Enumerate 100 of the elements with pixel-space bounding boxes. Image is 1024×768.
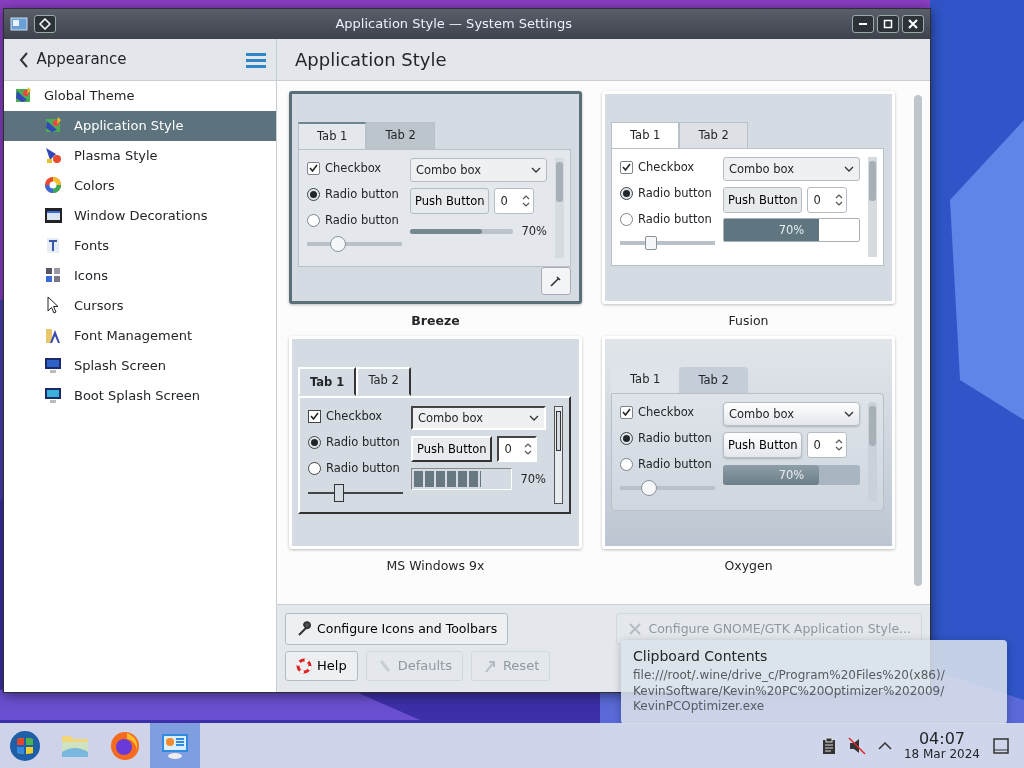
- wrench-icon: [296, 621, 312, 637]
- color-wheel-icon: [44, 176, 64, 196]
- radio-button[interactable]: Radio button: [620, 428, 715, 449]
- checkbox[interactable]: Checkbox: [620, 157, 715, 178]
- tab[interactable]: Tab 2: [679, 367, 748, 394]
- spin-arrows-icon: [524, 442, 533, 457]
- radio-button[interactable]: Radio button: [620, 183, 715, 204]
- push-button[interactable]: Push Button: [410, 188, 490, 215]
- tab[interactable]: Tab 1: [611, 122, 680, 149]
- page-title: Application Style: [277, 39, 930, 81]
- window-title: Application Style — System Settings: [334, 15, 574, 34]
- scrollbar[interactable]: [914, 95, 922, 586]
- sidebar-item[interactable]: Cursors: [4, 291, 276, 321]
- action-button[interactable]: Configure Icons and Toolbars: [285, 613, 509, 645]
- tab[interactable]: Tab 2: [679, 122, 748, 149]
- help-button[interactable]: Help: [285, 651, 358, 681]
- caret-icon: [844, 166, 854, 173]
- sidebar-item[interactable]: Fonts: [4, 231, 276, 261]
- slider-handle[interactable]: [645, 236, 658, 251]
- start-icon: [9, 729, 41, 762]
- check-icon: [310, 412, 319, 421]
- radio-button[interactable]: Radio button: [308, 432, 403, 453]
- push-button[interactable]: Push Button: [723, 187, 803, 214]
- checkbox[interactable]: Checkbox: [308, 406, 403, 427]
- style-preview[interactable]: Tab 1 Tab 2 Checkbox Radio button Radio button Combo box Push Button 0 70%: [602, 336, 895, 549]
- sidebar-item[interactable]: Splash Screen: [4, 351, 276, 381]
- close-button[interactable]: [902, 15, 924, 33]
- spin-box[interactable]: 0: [494, 188, 535, 215]
- tab[interactable]: Tab 2: [366, 122, 435, 150]
- app-icon: [10, 16, 28, 32]
- notification-title: Clipboard Contents: [633, 647, 769, 666]
- style-name: Fusion: [728, 312, 769, 330]
- spin-box[interactable]: 0: [497, 436, 538, 463]
- style-preview[interactable]: Tab 1 Tab 2 Checkbox Radio button Radio button Combo box Push Button 0 70%: [602, 91, 895, 304]
- slider-handle[interactable]: [330, 236, 347, 253]
- sidebar-item[interactable]: Colors: [4, 171, 276, 201]
- caret-icon: [531, 167, 541, 174]
- spin-box[interactable]: 0: [807, 432, 848, 459]
- browser-icon: [109, 729, 141, 762]
- style-preview[interactable]: Tab 1 Tab 2 Checkbox Radio button Radio button Combo box Push Button 0 70%: [289, 336, 582, 549]
- clock[interactable]: 04:07 18 Mar 2024: [903, 730, 980, 761]
- maximize-icon: [881, 18, 894, 30]
- checkbox[interactable]: Checkbox: [620, 402, 715, 423]
- checkbox[interactable]: Checkbox: [307, 158, 402, 179]
- radio-button[interactable]: Radio button: [620, 454, 715, 475]
- combo-box[interactable]: Combo box: [411, 406, 546, 431]
- sidebar-item[interactable]: Window Decorations: [4, 201, 276, 231]
- spin-arrows-icon: [522, 194, 531, 209]
- back-button[interactable]: Appearance: [18, 48, 127, 71]
- progress-label: 70%: [777, 221, 806, 239]
- combo-box[interactable]: Combo box: [410, 158, 547, 183]
- menu-icon[interactable]: [246, 51, 266, 68]
- sidebar-item[interactable]: Global Theme: [4, 81, 276, 111]
- combo-box[interactable]: Combo box: [723, 402, 860, 427]
- configure-button[interactable]: [541, 267, 571, 295]
- style-preview[interactable]: Tab 1 Tab 2 Checkbox Radio button Radio button Combo box Push Button 0 70%: [289, 91, 582, 304]
- taskbar-app[interactable]: [150, 723, 200, 768]
- radio-button[interactable]: Radio button: [307, 210, 402, 231]
- check-icon: [622, 408, 631, 417]
- sidebar-item[interactable]: Application Style: [4, 111, 276, 141]
- sidebar-item[interactable]: Icons: [4, 261, 276, 291]
- clipboard-icon[interactable]: [821, 736, 836, 755]
- slider-handle[interactable]: [640, 480, 657, 497]
- tab[interactable]: Tab 2: [356, 367, 411, 397]
- show-desktop-icon[interactable]: [992, 736, 1010, 755]
- expand-icon[interactable]: [877, 740, 892, 751]
- style-name: MS Windows 9x: [386, 557, 485, 575]
- tab[interactable]: Tab 1: [298, 367, 357, 397]
- minimize-icon: [858, 23, 867, 25]
- progress-label: 70%: [520, 470, 546, 488]
- push-button[interactable]: Push Button: [723, 432, 803, 459]
- spin-arrows-icon: [835, 438, 844, 453]
- spin-box[interactable]: 0: [807, 187, 848, 214]
- push-button[interactable]: Push Button: [411, 436, 493, 463]
- progress-label: 70%: [521, 222, 547, 240]
- radio-button[interactable]: Radio button: [307, 184, 402, 205]
- muted-speaker-icon[interactable]: [847, 736, 866, 755]
- tools-icon: [627, 621, 644, 637]
- spin-arrows-icon: [835, 193, 844, 208]
- tab[interactable]: Tab 1: [298, 122, 367, 150]
- monitor-icon: [44, 356, 64, 376]
- window-icon: [44, 206, 64, 226]
- notification-text: file:///root/.wine/drive_c/Program%20Files%20(x86)/KevinSoftware/Kevin%20PC%20Optimizer%202009/KevinPCOptimizer.exe: [633, 668, 946, 715]
- caret-icon: [529, 415, 539, 422]
- monitor-icon: [44, 386, 64, 406]
- minimize-button[interactable]: [851, 15, 874, 33]
- sidebar-item[interactable]: Boot Splash Screen: [4, 381, 276, 411]
- sidebar-item[interactable]: Plasma Style: [4, 141, 276, 171]
- close-icon: [907, 18, 919, 30]
- radio-button[interactable]: Radio button: [308, 458, 403, 479]
- sidebar-item[interactable]: Font Management: [4, 321, 276, 351]
- maximize-button[interactable]: [876, 15, 899, 33]
- combo-box[interactable]: Combo box: [723, 157, 860, 182]
- diamond-icon: [39, 18, 51, 30]
- radio-button[interactable]: Radio button: [620, 209, 715, 230]
- progress-label: 70%: [777, 466, 806, 484]
- style-name: Breeze: [411, 312, 460, 330]
- style-name: Oxygen: [724, 557, 773, 575]
- slider-handle[interactable]: [334, 484, 345, 503]
- keep-above-button[interactable]: [34, 15, 56, 33]
